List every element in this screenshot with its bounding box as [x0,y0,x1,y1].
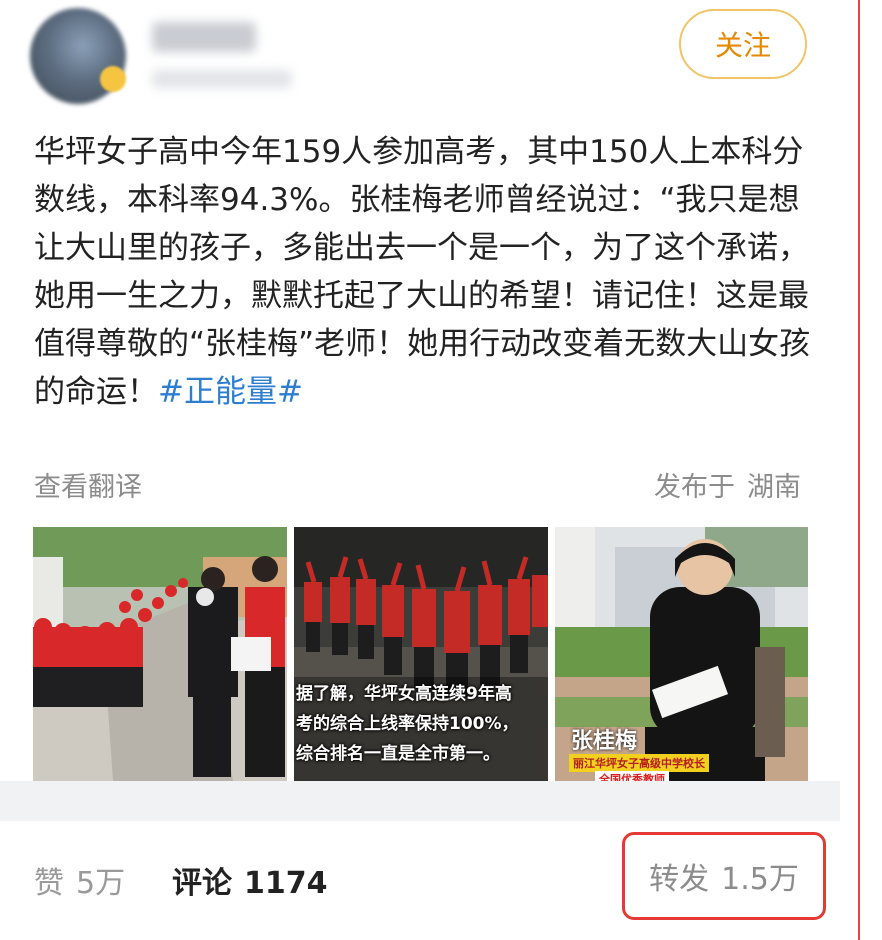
verified-badge-icon [100,66,126,92]
edge-divider [858,0,860,940]
repost-button[interactable]: 转发 1.5万 [622,832,826,920]
photo3-honor-caption: 全国优秀教师 [595,771,669,781]
photo2-caption-line-1: 据了解，华坪女高连续9年高 [296,684,512,704]
photo2-caption-line-2: 考的综合上线率保持100%， [296,714,519,734]
post-actions: 赞 5万 评论 1174 转发 1.5万 [0,832,858,920]
username-blurred[interactable] [152,22,256,52]
user-meta-blurred [152,70,292,88]
photo3-school-caption: 丽江华坪女子高级中学校长 [569,754,709,772]
hashtag-link[interactable]: #正能量# [158,374,303,410]
like-label: 赞 [34,866,64,901]
repost-label: 转发 [649,862,710,897]
post-image-1[interactable] [33,527,287,781]
post-image-2[interactable]: 据了解，华坪女高连续9年高 考的综合上线率保持100%， 综合排名一直是全市第一… [294,527,548,781]
follow-button[interactable]: 关注 [679,9,807,79]
comment-button[interactable]: 评论 1174 [172,858,328,902]
like-count: 5万 [76,866,126,901]
repost-count: 1.5万 [721,862,799,897]
location-prefix: 发布于 [654,472,735,503]
comment-label: 评论 [172,866,232,901]
photo3-name-caption: 张桂梅 [571,729,638,754]
translate-link[interactable]: 查看翻译 [34,465,142,504]
comment-count: 1174 [244,866,328,901]
post-location: 发布于 湖南 [654,465,801,504]
location-name: 湖南 [747,472,801,503]
post-text: 华坪女子高中今年159人参加高考，其中150人上本科分数线，本科率94.3%。张… [34,128,814,416]
like-button[interactable]: 赞 5万 [34,858,125,902]
section-band [0,781,840,821]
post-image-3[interactable]: 张桂梅 丽江华坪女子高级中学校长 全国优秀教师 [555,527,808,781]
photo2-caption-line-3: 综合排名一直是全市第一。 [296,744,500,764]
post-body: 华坪女子高中今年159人参加高考，其中150人上本科分数线，本科率94.3%。张… [34,134,811,410]
